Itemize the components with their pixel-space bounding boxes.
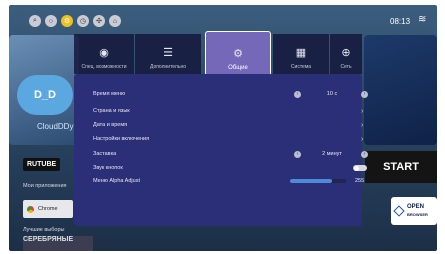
start-tile[interactable]: START bbox=[365, 151, 437, 183]
search-icon[interactable]: ⌕ bbox=[29, 15, 41, 27]
setting-key-sound[interactable]: Звук кнопок bbox=[93, 162, 367, 174]
accessibility-icon: ◉ bbox=[99, 47, 109, 59]
arrow-left-icon[interactable]: ‹ bbox=[294, 150, 301, 158]
alpha-slider-fill bbox=[290, 179, 332, 183]
tab-accessibility[interactable]: ◉ Спец. возможности bbox=[74, 34, 134, 74]
setting-date-time[interactable]: Дата и время › bbox=[93, 119, 363, 131]
settings-panel: Время меню ‹ 10 с › Страна и язык › Дата… bbox=[74, 74, 368, 226]
chrome-app-tile[interactable]: Chrome bbox=[23, 200, 73, 218]
chrome-icon bbox=[27, 205, 34, 213]
arrow-right-icon[interactable]: › bbox=[361, 150, 368, 158]
tab-label: Спец. возможности bbox=[81, 64, 127, 70]
rutube-tile[interactable]: RUTUBE bbox=[23, 158, 61, 171]
settings-icon[interactable]: ⚙ bbox=[61, 15, 73, 27]
setting-alpha-adjust[interactable]: Меню Alpha Adjust 255 bbox=[93, 175, 365, 187]
chevron-right-icon: › bbox=[361, 107, 364, 115]
setting-label: Страна и язык bbox=[93, 108, 130, 114]
arrow-left-icon[interactable]: ‹ bbox=[294, 90, 301, 98]
hero-right-card bbox=[364, 35, 437, 145]
setting-label: Меню Alpha Adjust bbox=[93, 178, 140, 184]
sliders-icon: ☰ bbox=[163, 47, 173, 59]
setting-power-on[interactable]: Настройки включения › bbox=[93, 133, 363, 145]
open-browser-label-1: OPEN bbox=[407, 203, 425, 210]
chevron-right-icon: › bbox=[361, 121, 364, 129]
clock-icon[interactable]: ◷ bbox=[77, 15, 89, 27]
setting-value: 10 с bbox=[326, 91, 338, 97]
tab-advanced[interactable]: ☰ Дополнительно bbox=[135, 34, 201, 74]
settings-tabs: ◉ Спец. возможности ☰ Дополнительно ⚙ Об… bbox=[74, 31, 362, 76]
chrome-label: Chrome bbox=[38, 206, 58, 212]
chevron-right-icon: › bbox=[361, 135, 364, 143]
setting-label: Дата и время bbox=[93, 122, 128, 128]
key-sound-toggle[interactable] bbox=[353, 165, 367, 171]
setting-label: Настройки включения bbox=[93, 136, 150, 142]
best-picks-heading: Лучшие выборы bbox=[23, 227, 65, 233]
setting-label: Время меню bbox=[93, 91, 126, 97]
wifi-icon: ≋ bbox=[418, 14, 427, 25]
setting-label: Заставка bbox=[93, 151, 117, 157]
cloud-logo: D_D bbox=[17, 75, 73, 115]
setting-value: 2 минут bbox=[322, 151, 342, 157]
setting-label: Звук кнопок bbox=[93, 165, 123, 171]
globe-icon: ⊕ bbox=[341, 47, 351, 59]
grid-icon: ▦ bbox=[295, 47, 307, 59]
home-icon[interactable]: ⌂ bbox=[109, 15, 121, 27]
connections-icon[interactable]: ✣ bbox=[93, 15, 105, 27]
setting-screensaver[interactable]: Заставка ‹ 2 минут › bbox=[93, 148, 368, 160]
open-browser-tile[interactable]: OPEN BROWSER bbox=[391, 197, 437, 225]
open-browser-label-2: BROWSER bbox=[407, 211, 428, 217]
tab-system[interactable]: ▦ Система bbox=[273, 34, 329, 74]
tab-label: Общие bbox=[228, 65, 248, 71]
movie-poster[interactable]: СЕРЕБРЯНЫЕ bbox=[23, 236, 93, 251]
top-bar: ⌕ ○ ⚙ ◷ ✣ ⌂ 08:13 ≋ bbox=[9, 5, 437, 33]
cloud-caption: CloudDDy bbox=[37, 122, 74, 131]
toggle-knob bbox=[354, 165, 359, 171]
tab-label: Дополнительно bbox=[150, 64, 186, 70]
tab-network[interactable]: ⊕ Сеть bbox=[330, 34, 362, 74]
setting-menu-timeout[interactable]: Время меню ‹ 10 с › bbox=[93, 88, 368, 100]
tab-label: Сеть bbox=[340, 64, 352, 70]
setting-country-language[interactable]: Страна и язык › bbox=[93, 105, 363, 117]
alpha-value: 255 bbox=[355, 178, 365, 184]
tab-general[interactable]: ⚙ Общие bbox=[205, 31, 271, 76]
open-browser-icon bbox=[393, 205, 405, 217]
my-apps-heading: Мои приложения bbox=[23, 183, 67, 189]
gear-icon: ⚙ bbox=[233, 48, 243, 60]
tab-label: Система bbox=[290, 64, 312, 70]
clock: 08:13 bbox=[390, 17, 411, 26]
tv-screen: D_D CloudDDy ⌕ ○ ⚙ ◷ ✣ ⌂ 08:13 ≋ RUTUBE … bbox=[9, 5, 437, 251]
profile-icon[interactable]: ○ bbox=[45, 15, 57, 27]
arrow-right-icon[interactable]: › bbox=[361, 90, 368, 98]
alpha-slider[interactable] bbox=[290, 179, 346, 183]
